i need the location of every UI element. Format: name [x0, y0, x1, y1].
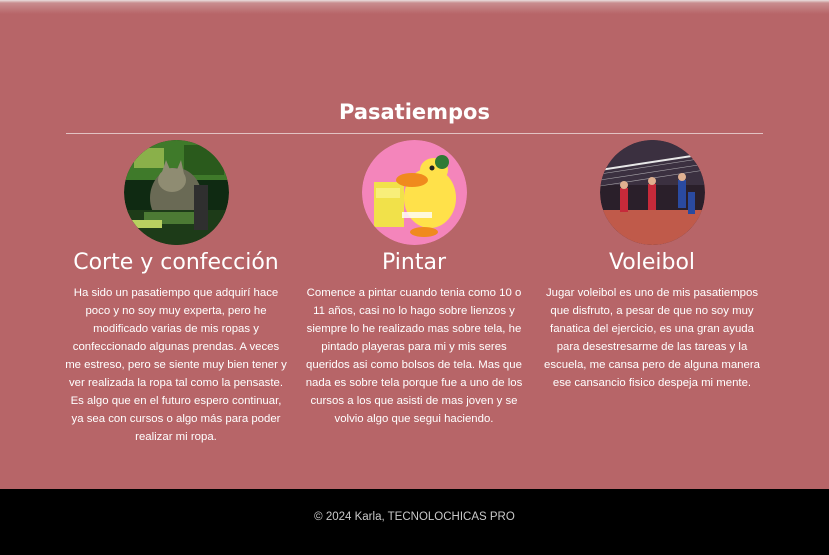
volleyball-match-photo: [599, 140, 705, 245]
hobby-card-volleyball: Voleibol Jugar voleibol es uno de mis pa…: [537, 140, 767, 392]
hobby-description: Comence a pintar cuando tenia como 10 o …: [305, 287, 523, 425]
hobby-title: Pintar: [382, 250, 446, 275]
hobby-card-sewing: Corte y confección Ha sido un pasatiempo…: [61, 140, 291, 446]
hobby-title: Voleibol: [608, 250, 696, 275]
hobby-title: Corte y confección: [73, 250, 279, 275]
yellow-duck-painting-photo: [361, 140, 467, 245]
hobby-description: Jugar voleibol es uno de mis pasatiempos…: [544, 287, 760, 389]
cat-sewing-photo: [123, 140, 229, 245]
section-divider: [66, 133, 763, 134]
top-shadow: [0, 0, 829, 14]
footer-copyright: © 2024 Karla, TECNOLOCHICAS PRO: [314, 511, 515, 523]
hobby-card-painting: Pintar Comence a pintar cuando tenia com…: [299, 140, 529, 428]
footer: © 2024 Karla, TECNOLOCHICAS PRO: [0, 489, 829, 555]
section-title: Pasatiempos: [339, 100, 490, 124]
hobby-description: Ha sido un pasatiempo que adquirí hace p…: [65, 287, 287, 443]
